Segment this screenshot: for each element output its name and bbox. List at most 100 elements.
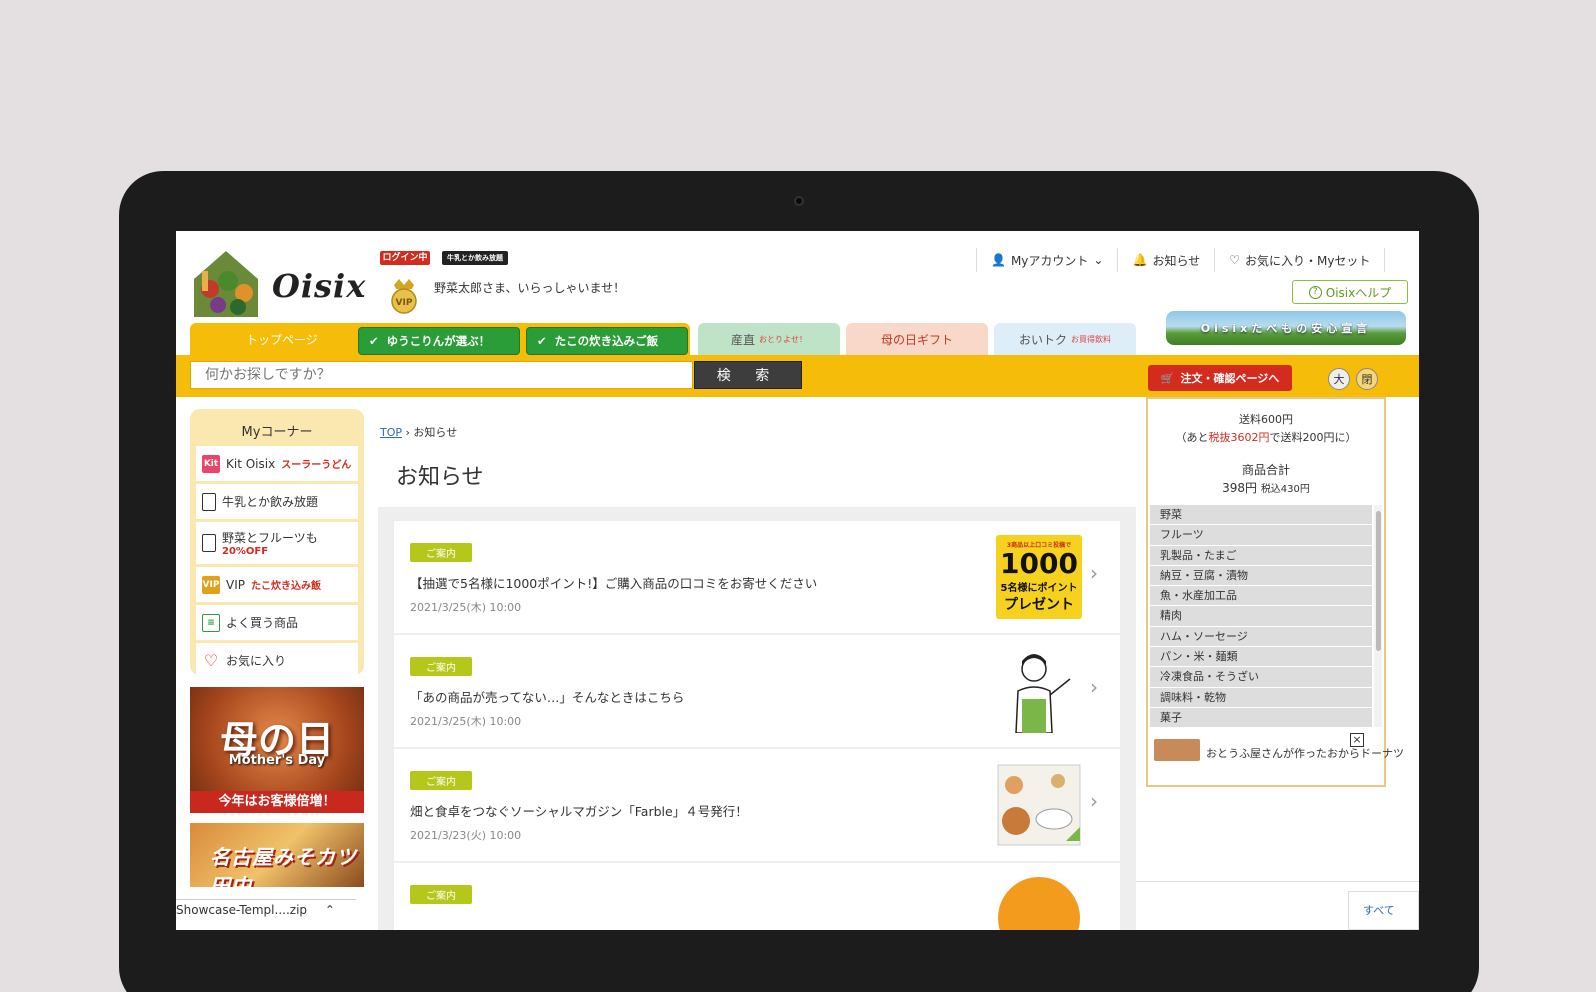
favorites-link[interactable]: ♡ お気に入り・Myセット xyxy=(1214,248,1386,272)
promo-yukorin-label: ゆうこりんが選ぶ！ xyxy=(386,334,491,348)
close-panel-button[interactable]: 閉 xyxy=(1356,368,1378,390)
breadcrumb-top-link[interactable]: TOP xyxy=(380,426,402,439)
tab-oitoku[interactable]: おいトク お買得飲料 xyxy=(994,323,1136,355)
news-thumbnail-points: 3商品以上口コミ投稿で 1000 5名様にポイント プレゼント xyxy=(996,535,1082,619)
search-input[interactable] xyxy=(190,361,693,389)
oisix-logo-icon[interactable] xyxy=(192,249,260,319)
category-item[interactable]: 菓子 xyxy=(1150,708,1372,727)
my-corner-item-favorites[interactable]: ♡ お気に入り xyxy=(196,643,358,678)
logo-text[interactable]: Oisix xyxy=(272,267,366,305)
cart-panel: 送料600円 （あと税抜3602円で送料200円に） 商品合計 398円 税込4… xyxy=(1146,397,1404,787)
category-item[interactable]: 納豆・豆腐・漬物 xyxy=(1150,566,1372,587)
download-filename: Showcase-Templ....zip xyxy=(176,903,308,917)
category-item[interactable]: 冷凍食品・そうざい xyxy=(1150,667,1372,688)
milk-bottle-icon xyxy=(202,492,216,511)
shipping-note-red: 税抜3602円 xyxy=(1208,431,1270,444)
list-icon: ≡ xyxy=(202,613,220,632)
news-item[interactable]: ご案内 【抽選で5名様に1000ポイント!】ご購入商品の口コミをお寄せください … xyxy=(394,521,1120,633)
safety-declaration-banner[interactable]: Oisixたべもの安心宣言 xyxy=(1166,311,1406,345)
mothers-band: 今年はお客様倍増！ xyxy=(190,791,364,813)
kit-icon: Kit xyxy=(202,454,220,473)
notifications-link[interactable]: 🔔 お知らせ xyxy=(1117,248,1214,272)
staff-illustration-icon xyxy=(1015,654,1071,733)
veg-fruit-sub: 20%OFF xyxy=(222,546,269,557)
chevron-right-icon: › xyxy=(1090,789,1098,813)
search-button[interactable]: 検 索 xyxy=(694,361,802,389)
news-title: 畑と食卓をつなぐソーシャルマガジン「Farble」４号発行！ xyxy=(410,804,748,819)
my-corner-item-frequent[interactable]: ≡ よく買う商品 xyxy=(196,605,358,640)
show-all-link[interactable]: すべて xyxy=(1348,891,1419,930)
category-item[interactable]: 野菜 xyxy=(1150,505,1372,526)
shipping-note-post: で送料200円に） xyxy=(1269,431,1357,444)
news-item[interactable]: ご案内 「あの商品が売ってない…」そんなときはこちら 2021/3/25(木) … xyxy=(394,635,1120,747)
tab-mothers-day[interactable]: 母の日ギフト xyxy=(846,323,988,355)
cart-order-button[interactable]: 🛒 注文・確認ページへ xyxy=(1148,365,1292,391)
breadcrumb: TOP › お知らせ xyxy=(380,424,457,440)
breadcrumb-current: お知らせ xyxy=(413,426,458,439)
my-corner-title: Myコーナー xyxy=(241,425,313,440)
my-corner-item-vip[interactable]: VIP VIP たこ炊き込み飯 xyxy=(196,567,358,602)
veg-fruit-label: 野菜とフルーツも xyxy=(222,531,318,545)
thumb-big-number: 1000 xyxy=(1000,547,1078,580)
help-button[interactable]: ? Oisixヘルプ xyxy=(1292,280,1408,304)
product-thumbnail xyxy=(1154,739,1200,761)
category-list: 野菜 フルーツ 乳製品・たまご 納豆・豆腐・漬物 魚・水産加工品 精肉 ハム・ソ… xyxy=(1150,505,1372,727)
bottle-icon xyxy=(202,534,216,552)
total-amount: 398円 xyxy=(1222,481,1257,495)
news-date: 2021/3/25(木) 10:00 xyxy=(410,715,522,728)
news-badge: ご案内 xyxy=(410,543,472,562)
milk-badge: 牛乳とか飲み放題 xyxy=(442,251,508,265)
milk-label: 牛乳とか飲み放題 xyxy=(222,495,319,509)
heart-icon: ♡ xyxy=(1229,253,1240,267)
news-badge: ご案内 xyxy=(410,771,472,790)
thumb-small-text: 5名様にポイント xyxy=(1000,583,1078,594)
katsu-text: 名古屋みそカツ田中 xyxy=(210,845,357,887)
category-item[interactable]: 調味料・乾物 xyxy=(1150,688,1372,708)
promo-button-yukorin[interactable]: ✔ ゆうこりんが選ぶ！ xyxy=(358,327,520,355)
promo-button-tako[interactable]: ✔ たこの炊き込みご飯 xyxy=(526,327,688,355)
vip-sub: たこ炊き込み飯 xyxy=(250,581,321,592)
shipping-note-pre: （あと xyxy=(1175,431,1209,444)
kit-label: Kit Oisix xyxy=(226,456,276,471)
news-title: 「あの商品が売ってない…」そんなときはこちら xyxy=(410,690,685,705)
news-item[interactable]: ご案内 畑と食卓をつなぐソーシャルマガジン「Farble」４号発行！ 2021/… xyxy=(394,749,1120,861)
notifications-label: お知らせ xyxy=(1152,253,1201,268)
scrollbar-thumb[interactable] xyxy=(1376,511,1381,651)
chevron-right-icon: › xyxy=(1090,561,1098,585)
tab-mothers-label: 母の日ギフト xyxy=(880,332,953,347)
my-corner-item-veg-fruit[interactable]: 野菜とフルーツも 20%OFF xyxy=(196,522,358,564)
category-item[interactable]: パン・米・麺類 xyxy=(1150,647,1372,668)
search-bar: 検 索 🛒 注文・確認ページへ 大 閉 xyxy=(176,355,1419,397)
news-date: 2021/3/23(火) 10:00 xyxy=(410,829,522,842)
news-list: ご案内 【抽選で5名様に1000ポイント!】ご購入商品の口コミをお寄せください … xyxy=(378,507,1136,930)
divider xyxy=(1136,881,1419,882)
download-bar-item[interactable]: Showcase-Templ....zip ⌃ xyxy=(176,899,356,930)
katsu-banner[interactable]: 名古屋みそカツ田中 xyxy=(190,823,364,887)
font-size-large-button[interactable]: 大 xyxy=(1328,368,1350,390)
tab-sanchoku-small: おとりよせ！ xyxy=(759,334,807,344)
category-item[interactable]: 乳製品・たまご xyxy=(1150,546,1372,566)
favorites-item-label: お気に入り xyxy=(226,654,287,668)
category-item[interactable]: ハム・ソーセージ xyxy=(1150,627,1372,648)
category-item[interactable]: フルーツ xyxy=(1150,525,1372,546)
tab-sanchoku[interactable]: 産直 おとりよせ！ xyxy=(698,323,840,355)
cart-button-label: 注文・確認ページへ xyxy=(1180,372,1280,385)
mothers-subtitle: Mother's Day xyxy=(228,753,326,768)
category-item[interactable]: 魚・水産加工品 xyxy=(1150,586,1372,607)
favorites-label: お気に入り・Myセット xyxy=(1244,253,1371,268)
mothers-day-banner[interactable]: 母の日 Mother's Day 今年はお客様倍増！ xyxy=(190,687,364,813)
heart-icon: ♡ xyxy=(203,651,219,670)
my-corner-item-milk[interactable]: 牛乳とか飲み放題 xyxy=(196,484,358,519)
total-value: 398円 税込430円 xyxy=(1148,479,1384,496)
news-item[interactable]: ご案内 xyxy=(394,863,1120,930)
tab-sanchoku-label: 産直 xyxy=(730,332,755,347)
chevron-down-icon: ⌄ xyxy=(1093,253,1104,267)
my-corner-item-kit[interactable]: Kit Kit Oisix スーラーうどん xyxy=(196,446,358,481)
category-item[interactable]: 精肉 xyxy=(1150,606,1372,627)
popup-product-text[interactable]: おとうふ屋さんが作ったおからドーナツ xyxy=(1206,745,1404,761)
chevron-up-icon[interactable]: ⌃ xyxy=(325,903,335,917)
tab-top-label: トップページ xyxy=(246,333,318,347)
orange-circle-thumbnail xyxy=(998,877,1080,930)
my-account-link[interactable]: 👤 Myアカウント ⌄ xyxy=(976,248,1117,272)
chevron-right-icon: › xyxy=(1090,675,1098,699)
